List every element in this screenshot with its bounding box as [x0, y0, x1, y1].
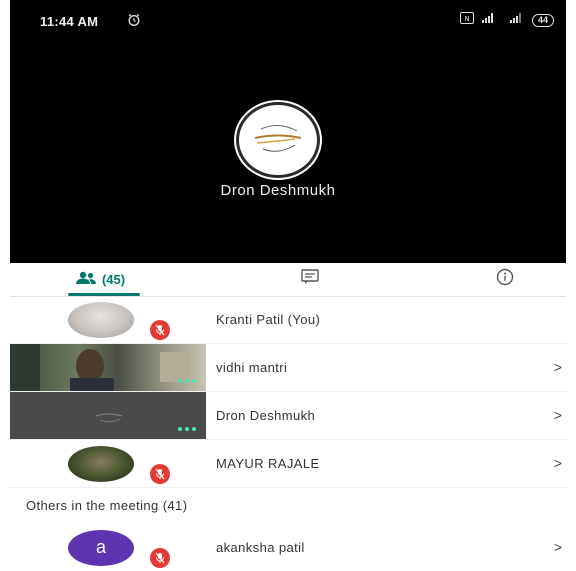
speaking-indicator: [178, 379, 196, 383]
participant-name: vidhi mantri: [216, 360, 288, 375]
tab-bar: (45): [10, 263, 566, 297]
video-frame: [10, 344, 190, 391]
people-count: (45): [101, 272, 126, 287]
battery-icon: 44: [531, 13, 554, 27]
participant-row[interactable]: Dron Deshmukh >: [10, 392, 566, 440]
avatar: [68, 446, 134, 482]
participant-name: MAYUR RAJALE: [216, 456, 320, 471]
mic-off-icon: [150, 320, 170, 340]
participant-row[interactable]: Kranti Patil (You): [10, 296, 566, 344]
data-saver-icon: N: [459, 11, 474, 29]
status-icons: N 44: [459, 11, 554, 29]
participant-row[interactable]: vidhi mantri >: [10, 344, 566, 392]
mic-off-icon: [150, 548, 170, 568]
tab-chat[interactable]: [280, 263, 340, 296]
participant-thumbnail: [10, 296, 206, 343]
signal-icon: [480, 11, 502, 29]
others-section-header: Others in the meeting (41): [10, 488, 566, 524]
participant-video-tile: [10, 392, 206, 439]
video-stage[interactable]: 11:44 AM N 44 Dron Deshmukh: [10, 0, 566, 263]
mic-off-icon: [150, 464, 170, 484]
participant-row[interactable]: MAYUR RAJALE >: [10, 440, 566, 488]
participant-list: Kranti Patil (You) vidhi mantri > Dron D…: [10, 296, 566, 571]
tab-info[interactable]: [475, 263, 535, 296]
participant-thumbnail: [10, 440, 206, 487]
avatar: a: [68, 530, 134, 566]
logo-frame: [95, 413, 123, 423]
speaker-logo-avatar: [236, 102, 320, 178]
status-time: 11:44 AM: [40, 14, 99, 29]
participant-name: Dron Deshmukh: [216, 408, 316, 423]
tab-people[interactable]: (45): [50, 263, 150, 296]
participant-name: Kranti Patil (You): [216, 312, 321, 327]
chevron-right-icon[interactable]: >: [554, 440, 562, 487]
chevron-right-icon[interactable]: >: [554, 392, 562, 439]
participant-video-tile: [10, 344, 206, 391]
chat-icon: [301, 269, 319, 290]
speaking-indicator: [178, 427, 196, 431]
info-icon: [496, 268, 514, 291]
avatar: [68, 302, 134, 338]
alarm-icon: [127, 13, 141, 32]
signal-icon-2: [508, 11, 526, 29]
active-speaker-name: Dron Deshmukh: [220, 182, 336, 199]
svg-text:N: N: [464, 15, 469, 23]
chevron-right-icon[interactable]: >: [554, 344, 562, 391]
people-icon: [75, 271, 97, 288]
